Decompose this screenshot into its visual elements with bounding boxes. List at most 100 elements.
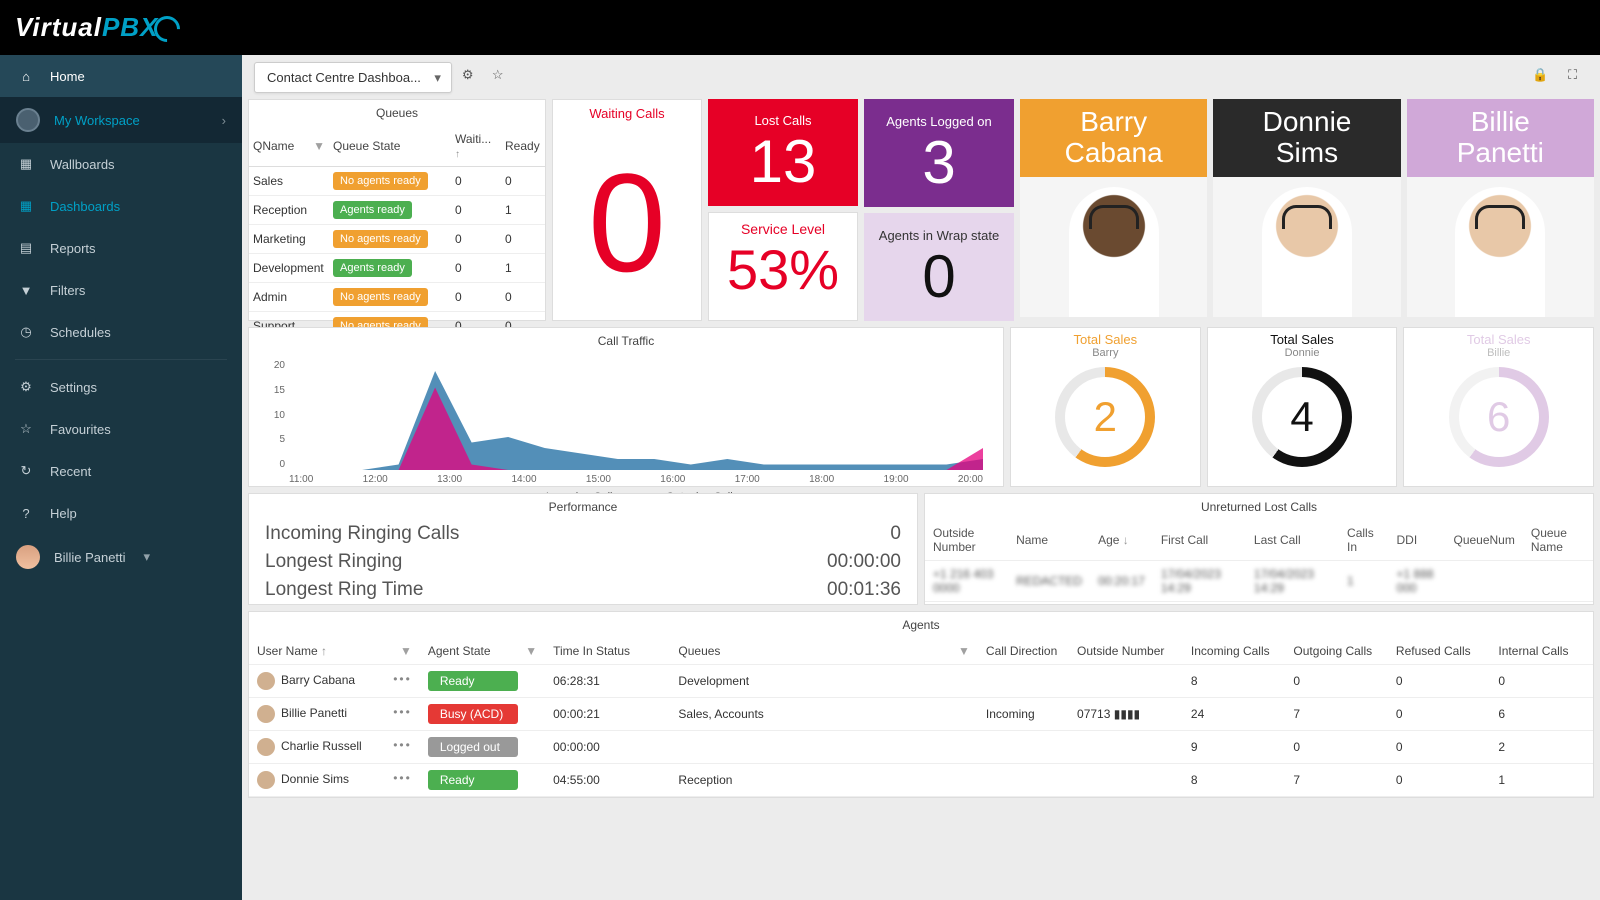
lost-col[interactable]: Age ↓ (1090, 520, 1153, 561)
lost-col[interactable]: Calls In (1339, 520, 1388, 561)
logged-wrap-col: Agents Logged on 3 Agents in Wrap state … (864, 99, 1014, 321)
nav-icon: ▦ (16, 196, 36, 216)
agent-photo (1407, 177, 1594, 317)
performance-title: Performance (249, 494, 917, 520)
lost-col[interactable]: First Call (1153, 520, 1246, 561)
queue-row[interactable]: ReceptionAgents ready01 (249, 196, 545, 225)
agent-row[interactable]: Donnie Sims ••• Ready 04:55:00Reception … (249, 764, 1593, 797)
sidebar-item-help[interactable]: ?Help (0, 492, 242, 534)
sidebar-item-schedules[interactable]: ◷Schedules (0, 311, 242, 353)
gear-icon[interactable]: ⚙ (462, 67, 482, 87)
service-level-tile: Service Level 53% (708, 212, 858, 321)
col-waiting[interactable]: Waiti... (451, 126, 501, 167)
agent-name-tile: BarryCabana (1020, 99, 1207, 177)
queues-panel: Queues QName▼ Queue State Waiti... Ready… (248, 99, 546, 321)
total-sales-sub: Donnie (1208, 347, 1397, 359)
sidebar-item-label: Settings (50, 380, 97, 395)
sidebar-item-label: Recent (50, 464, 91, 479)
nav-icon: ? (16, 503, 36, 523)
filter-icon[interactable]: ▼ (958, 644, 970, 658)
lost-calls-table: Outside NumberNameAge ↓First CallLast Ca… (925, 520, 1593, 605)
star-icon[interactable]: ☆ (492, 67, 512, 87)
home-icon: ⌂ (16, 66, 36, 86)
agents-col[interactable]: Outside Number (1069, 638, 1183, 665)
performance-row: Incoming Ringing Calls0 (249, 520, 917, 548)
lock-icon[interactable]: 🔒 (1532, 67, 1552, 87)
agent-row[interactable]: Charlie Russell ••• Logged out 00:00:00 … (249, 731, 1593, 764)
lost-row[interactable]: +1 216 403 0000REDACTED00:20:1717/04/202… (925, 561, 1593, 602)
sidebar-item-settings[interactable]: ⚙ Settings (0, 366, 242, 408)
dashboard-dropdown[interactable]: Contact Centre Dashboa... (254, 62, 452, 93)
total-sales-sub: Barry (1011, 347, 1200, 359)
agent-card: DonnieSims (1213, 99, 1400, 321)
row-menu-icon[interactable]: ••• (393, 771, 412, 785)
agents-col[interactable]: Agent State▼ (420, 638, 545, 665)
sidebar-item-label: Wallboards (50, 157, 115, 172)
lost-col[interactable]: Last Call (1246, 520, 1339, 561)
agent-row[interactable]: Billie Panetti ••• Busy (ACD) 00:00:21Sa… (249, 698, 1593, 731)
sidebar-home[interactable]: ⌂ Home (0, 55, 242, 97)
sidebar-item-wallboards[interactable]: ▦Wallboards (0, 143, 242, 185)
sidebar-user-label: Billie Panetti (54, 550, 126, 565)
row-menu-icon[interactable]: ••• (393, 672, 412, 686)
agents-table: User Name ↑▼Agent State▼Time In StatusQu… (249, 638, 1593, 797)
avatar-icon (257, 672, 275, 690)
filter-icon[interactable]: ▼ (525, 644, 537, 658)
lost-col[interactable]: DDI (1389, 520, 1446, 561)
sidebar-item-label: Filters (50, 283, 85, 298)
sidebar-item-recent[interactable]: ↻Recent (0, 450, 242, 492)
agent-row[interactable]: Barry Cabana ••• Ready 06:28:31Developme… (249, 665, 1593, 698)
waiting-calls-value: 0 (553, 125, 701, 320)
agents-col[interactable]: Outgoing Calls (1285, 638, 1388, 665)
agents-col[interactable]: Refused Calls (1388, 638, 1491, 665)
nav-icon: ▼ (16, 280, 36, 300)
fullscreen-icon[interactable]: ⛶ (1568, 67, 1588, 87)
lost-col[interactable]: Name (1008, 520, 1090, 561)
chevron-right-icon: › (222, 113, 226, 128)
call-traffic-chart: 20151050 (289, 360, 983, 470)
sidebar-item-dashboards[interactable]: ▦ Dashboards (0, 185, 242, 227)
nav-icon: ▤ (16, 238, 36, 258)
lost-row[interactable]: +1 216 403 0000REDACTED00:20:1717/04/202… (925, 602, 1593, 606)
sidebar-item-favourites[interactable]: ☆Favourites (0, 408, 242, 450)
queue-row[interactable]: SalesNo agents ready00 (249, 167, 545, 196)
row-menu-icon[interactable]: ••• (393, 705, 412, 719)
row-menu-icon[interactable]: ••• (393, 738, 412, 752)
agents-col[interactable]: User Name ↑▼ (249, 638, 420, 665)
call-traffic-title: Call Traffic (249, 328, 1003, 354)
agents-col[interactable]: Incoming Calls (1183, 638, 1286, 665)
nav-icon: ◷ (16, 322, 36, 342)
filter-icon[interactable]: ▼ (400, 644, 412, 658)
sidebar-item-filters[interactable]: ▼ Filters (0, 269, 242, 311)
agents-col[interactable]: Internal Calls (1490, 638, 1593, 665)
sales-ring-panel: Total Sales Billie 6 (1403, 327, 1594, 487)
lost-col[interactable]: Queue Name (1523, 520, 1593, 561)
col-qstate[interactable]: Queue State (329, 126, 451, 167)
lost-calls-title: Unreturned Lost Calls (925, 494, 1593, 520)
queue-row[interactable]: AdminNo agents ready00 (249, 283, 545, 312)
performance-row: Longest Ring Time00:01:36 (249, 576, 917, 604)
sales-ring: 4 (1252, 367, 1352, 467)
nav-icon: ⚙ (16, 377, 36, 397)
agent-name-tile: DonnieSims (1213, 99, 1400, 177)
sidebar-item-label: Dashboards (50, 199, 120, 214)
queue-row[interactable]: MarketingNo agents ready00 (249, 225, 545, 254)
sidebar-workspace[interactable]: My Workspace › (0, 97, 242, 143)
agents-wrap-tile: Agents in Wrap state 0 (864, 213, 1014, 321)
col-ready[interactable]: Ready (501, 126, 545, 167)
total-sales-sub: Billie (1404, 347, 1593, 359)
sidebar-item-reports[interactable]: ▤Reports (0, 227, 242, 269)
filter-icon[interactable]: ▼ (313, 139, 325, 153)
agents-col[interactable]: Queues▼ (670, 638, 978, 665)
agents-col[interactable]: Call Direction (978, 638, 1069, 665)
sidebar-workspace-label: My Workspace (54, 113, 140, 128)
lost-col[interactable]: QueueNum (1445, 520, 1522, 561)
agents-col[interactable]: Time In Status (545, 638, 670, 665)
sales-ring-panel: Total Sales Donnie 4 (1207, 327, 1398, 487)
queue-row[interactable]: DevelopmentAgents ready01 (249, 254, 545, 283)
lost-col[interactable]: Outside Number (925, 520, 1008, 561)
avatar-icon (257, 738, 275, 756)
avatar-icon (257, 705, 275, 723)
sidebar-user[interactable]: Billie Panetti ▾ (0, 534, 242, 580)
col-qname[interactable]: QName▼ (249, 126, 329, 167)
